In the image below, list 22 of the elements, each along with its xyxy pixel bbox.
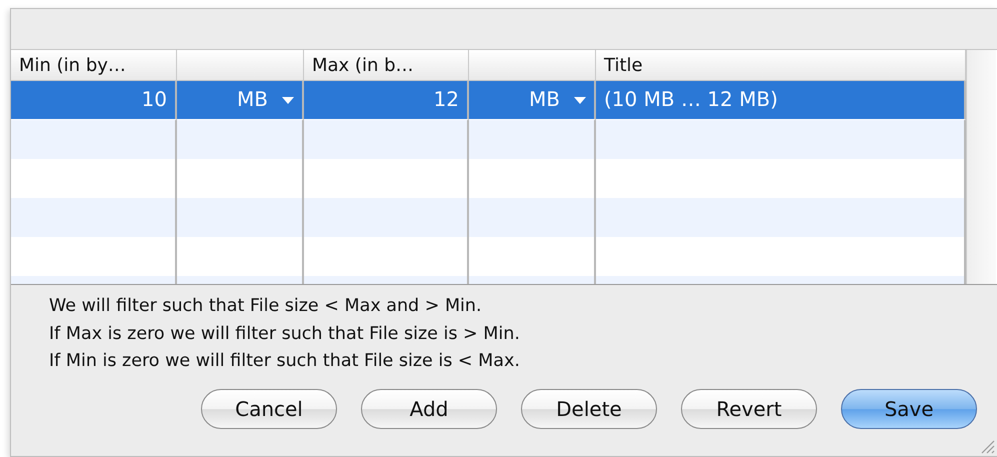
unit-dropdown[interactable]: MB (469, 81, 596, 120)
table-cell: (10 MB … 12 MB) (596, 81, 966, 120)
column-header[interactable]: Min (in by… (11, 50, 177, 81)
scrollbar-track[interactable] (966, 50, 996, 284)
column-header[interactable]: Title (596, 50, 966, 81)
dialog-button[interactable]: Cancel (201, 388, 337, 428)
dialog-button[interactable]: Save (841, 388, 977, 428)
resize-grip-icon[interactable] (979, 438, 995, 454)
table-cell: 12 (304, 81, 469, 120)
column-header[interactable] (469, 50, 596, 81)
unit-dropdown[interactable]: MB (177, 81, 304, 120)
note-text: If Max is zero we will filter such that File size is > Min. (49, 322, 521, 346)
caret-icon (282, 96, 294, 105)
dialog-button[interactable]: Revert (681, 388, 817, 428)
dialog-button[interactable]: Delete (521, 388, 657, 428)
column-header[interactable] (177, 50, 304, 81)
dialog-button[interactable]: Add (361, 388, 497, 428)
column-header[interactable]: Max (in b… (304, 50, 469, 81)
note-text: If Min is zero we will filter such that File size is < Max. (49, 350, 521, 373)
note-text: We will filter such that File size < Max and > Min. (49, 295, 483, 318)
caret-icon (574, 96, 586, 105)
table-cell: 10 (11, 81, 177, 120)
